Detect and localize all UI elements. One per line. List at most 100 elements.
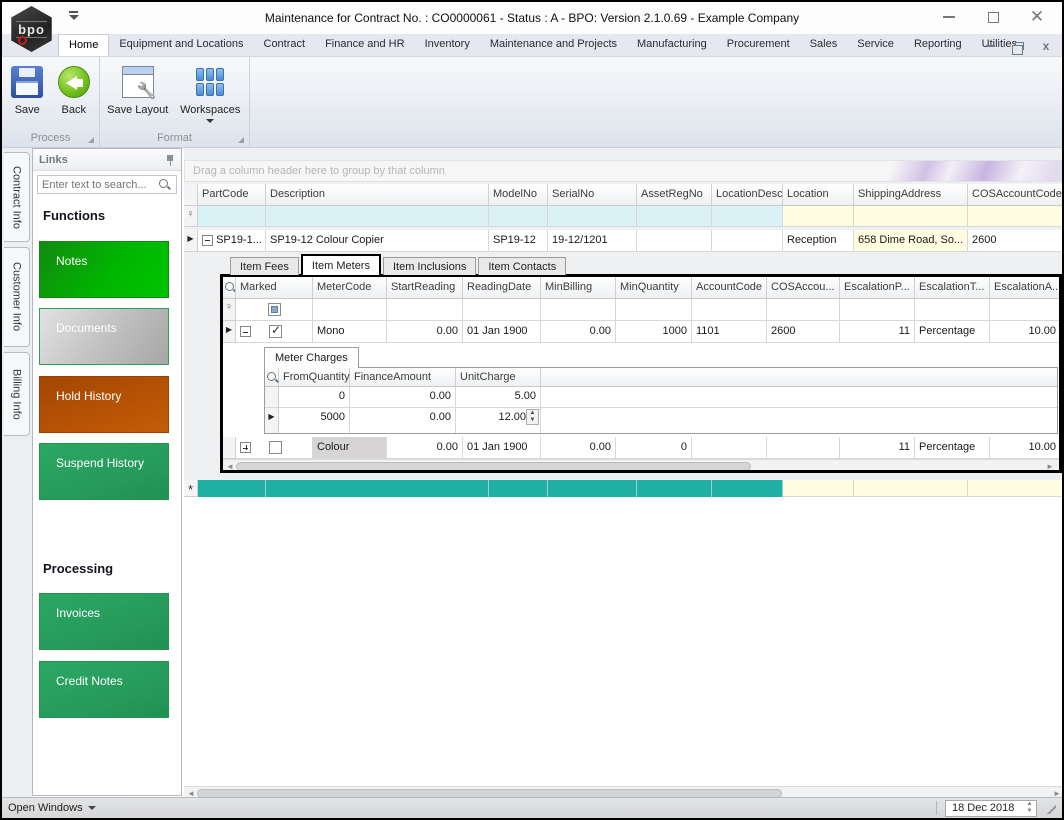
side-tab-billing-info[interactable]: Billing Info <box>4 352 30 436</box>
filter-cell-cosaccountcode[interactable] <box>968 206 1064 227</box>
new-cell-partcode[interactable] <box>198 480 266 497</box>
column-header-location[interactable]: Location <box>783 184 854 206</box>
column-header-description[interactable]: Description <box>266 184 489 206</box>
cell-minbilling[interactable]: 0.00 <box>541 321 616 343</box>
tab-item-inclusions[interactable]: Item Inclusions <box>383 257 476 275</box>
spin-down-icon[interactable]: ▼ <box>1023 808 1036 816</box>
column-header-minquantity[interactable]: MinQuantity <box>616 277 692 299</box>
resize-grip[interactable] <box>1045 803 1056 814</box>
cell-fromquantity[interactable]: 0 <box>279 387 350 407</box>
filter-cell-startreading[interactable] <box>387 299 463 321</box>
workspaces-button[interactable]: Workspaces <box>178 61 244 129</box>
save-button[interactable]: Save <box>8 61 47 129</box>
column-header-unitcharge[interactable]: UnitCharge <box>456 368 541 387</box>
column-header-marked[interactable]: Marked <box>236 277 313 299</box>
cell-fromquantity[interactable]: 5000 <box>279 408 350 433</box>
column-header-serialno[interactable]: SerialNo <box>548 184 637 206</box>
filter-cell-escalationp[interactable] <box>840 299 915 321</box>
cell-cosaccountcode[interactable]: 2600 <box>968 230 1064 252</box>
marked-checkbox[interactable] <box>269 325 282 338</box>
spin-edit-buttons[interactable]: ▲▼ <box>526 409 539 425</box>
cell-escalationa[interactable]: 10.00 <box>990 321 1060 343</box>
credit-notes-button[interactable]: Credit Notes <box>39 661 169 718</box>
hold-history-button[interactable]: Hold History <box>39 376 169 433</box>
ribbon-tab-home[interactable]: Home <box>58 34 109 56</box>
ribbon-tab-service[interactable]: Service <box>847 34 904 56</box>
cell-marked[interactable] <box>236 437 313 459</box>
cell-locationdesc[interactable] <box>712 230 783 252</box>
filter-cell-escalationa[interactable] <box>990 299 1060 321</box>
pin-icon[interactable] <box>165 154 175 166</box>
filter-cell-marked[interactable] <box>236 299 313 321</box>
ribbon-tab-maintenance-and-projects[interactable]: Maintenance and Projects <box>480 34 627 56</box>
cell-escalationt[interactable]: Percentage <box>915 321 990 343</box>
column-header-modelno[interactable]: ModelNo <box>489 184 548 206</box>
format-dialog-launcher-icon[interactable] <box>238 137 244 143</box>
cell-financeamount[interactable]: 0.00 <box>350 408 456 433</box>
cell-financeamount[interactable]: 0.00 <box>350 387 456 407</box>
grid-search-icon[interactable] <box>223 277 236 299</box>
new-cell-locationdesc[interactable] <box>712 480 783 497</box>
close-button[interactable]: ✕ <box>1022 6 1052 28</box>
cell-assetregno[interactable] <box>637 230 712 252</box>
filter-cell-locationdesc[interactable] <box>712 206 783 227</box>
side-tab-contract-info[interactable]: Contract Info <box>4 152 30 242</box>
cell-location[interactable]: Reception <box>783 230 854 252</box>
marked-checkbox[interactable] <box>269 441 282 454</box>
cell-marked[interactable] <box>236 321 313 343</box>
ribbon-tab-manufacturing[interactable]: Manufacturing <box>627 34 717 56</box>
filter-cell-minquantity[interactable] <box>616 299 692 321</box>
column-header-financeamount[interactable]: FinanceAmount <box>350 368 456 387</box>
group-by-bar[interactable]: Drag a column header here to group by th… <box>184 160 1064 182</box>
ribbon-tab-finance-and-hr[interactable]: Finance and HR <box>315 34 415 56</box>
cell-minbilling[interactable]: 0.00 <box>541 437 616 459</box>
filter-cell-assetregno[interactable] <box>637 206 712 227</box>
collapse-icon[interactable] <box>240 326 251 337</box>
column-header-partcode[interactable]: PartCode <box>198 184 266 206</box>
new-cell-cosaccountcode[interactable] <box>968 480 1064 497</box>
cell-modelno[interactable]: SP19-12 <box>489 230 548 252</box>
cell-metercode[interactable]: Colour <box>313 437 387 459</box>
spin-up-icon[interactable]: ▲ <box>1023 801 1036 809</box>
cell-escalationt[interactable]: Percentage <box>915 437 990 459</box>
filter-cell-minbilling[interactable] <box>541 299 616 321</box>
new-cell-modelno[interactable] <box>489 480 548 497</box>
filter-cell-location[interactable] <box>783 206 854 227</box>
cell-cosaccount[interactable]: 2600 <box>767 321 840 343</box>
maximize-button[interactable] <box>978 6 1008 28</box>
back-button[interactable]: Back <box>55 61 94 129</box>
links-search-input[interactable] <box>38 179 158 191</box>
filter-cell-modelno[interactable] <box>489 206 548 227</box>
filter-cell-shippingaddress[interactable] <box>854 206 968 227</box>
cell-escalationp[interactable]: 11 <box>840 321 915 343</box>
equipment-row-sp19-12[interactable]: SP19-1... SP19-12 Colour Copier SP19-12 … <box>184 230 1064 252</box>
charge-row-2[interactable]: 5000 0.00 ▲▼12.00 <box>265 408 1057 433</box>
scroll-right-icon[interactable]: ► <box>1046 462 1056 471</box>
scrollbar-thumb[interactable] <box>236 462 751 471</box>
ribbon-tab-equipment-and-locations[interactable]: Equipment and Locations <box>109 34 253 56</box>
child-close-button[interactable]: x <box>1038 39 1054 53</box>
cell-serialno[interactable]: 19-12/1201 <box>548 230 637 252</box>
new-cell-description[interactable] <box>266 480 489 497</box>
cell-unitcharge[interactable]: 5.00 <box>456 387 541 407</box>
filter-cell-description[interactable] <box>266 206 489 227</box>
invoices-button[interactable]: Invoices <box>39 593 169 650</box>
marked-filter-checkbox[interactable] <box>268 303 281 316</box>
cell-escalationp[interactable]: 11 <box>840 437 915 459</box>
filter-cell-partcode[interactable] <box>198 206 266 227</box>
cell-startreading[interactable]: 0.00 <box>387 437 463 459</box>
column-header-cosaccount[interactable]: COSAccou... <box>767 277 840 299</box>
new-cell-assetregno[interactable] <box>637 480 712 497</box>
save-layout-button[interactable]: Save Layout <box>106 61 170 129</box>
column-header-startreading[interactable]: StartReading <box>387 277 463 299</box>
new-row[interactable] <box>184 480 1064 497</box>
cell-readingdate[interactable]: 01 Jan 1900 <box>463 437 541 459</box>
cell-minquantity[interactable]: 1000 <box>616 321 692 343</box>
column-header-shippingaddress[interactable]: ShippingAddress <box>854 184 968 206</box>
column-header-escalationa[interactable]: EscalationA... <box>990 277 1060 299</box>
grid-search-icon[interactable] <box>265 368 279 387</box>
new-cell-shippingaddress[interactable] <box>854 480 968 497</box>
spin-up-icon[interactable]: ▲ <box>527 410 538 417</box>
column-header-cosaccountcode[interactable]: COSAccountCode <box>968 184 1064 206</box>
column-header-locationdesc[interactable]: LocationDesc <box>712 184 783 206</box>
